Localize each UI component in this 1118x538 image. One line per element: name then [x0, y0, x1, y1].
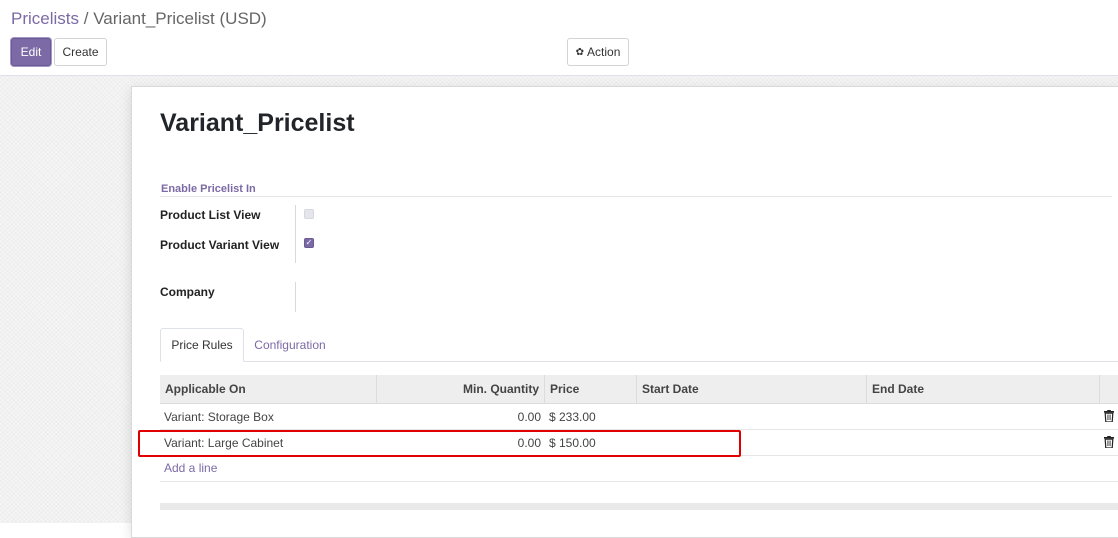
enable-pricelist-group-title: Enable Pricelist In	[161, 183, 256, 195]
notebook-tabs: Price Rules Configuration	[160, 328, 1118, 362]
form-sheet: Variant_Pricelist Enable Pricelist In Pr…	[131, 86, 1118, 538]
cell-price: $ 150.00	[549, 435, 596, 450]
product-list-view-checkbox[interactable]	[304, 209, 314, 219]
table-header: Applicable On Min. Quantity Price Start …	[160, 375, 1118, 404]
create-button-label: Create	[62, 45, 99, 59]
tab-price-rules-label: Price Rules	[171, 338, 233, 352]
cell-end-date	[867, 404, 1100, 429]
company-divider	[295, 282, 296, 312]
column-start-date[interactable]: Start Date	[637, 375, 867, 403]
breadcrumb: Pricelists / Variant_Pricelist (USD)	[11, 9, 267, 29]
breadcrumb-pricelists-link[interactable]: Pricelists	[11, 9, 79, 28]
table-row[interactable]: Variant: Storage Box 0.00 $ 233.00	[160, 404, 1118, 430]
column-min-quantity[interactable]: Min. Quantity	[377, 375, 545, 403]
product-list-view-label: Product List View	[160, 208, 261, 222]
cell-price: $ 233.00	[549, 409, 596, 424]
cell-end-date	[867, 430, 1100, 455]
price-rules-table: Applicable On Min. Quantity Price Start …	[160, 375, 1118, 482]
column-price[interactable]: Price	[545, 375, 637, 403]
create-button[interactable]: Create	[54, 38, 107, 66]
action-button[interactable]: ✿ Action	[567, 38, 629, 66]
add-a-line-link[interactable]: Add a line	[164, 461, 217, 475]
tab-price-rules[interactable]: Price Rules	[160, 328, 244, 362]
edit-button-label: Edit	[20, 45, 42, 59]
cell-start-date	[637, 430, 867, 455]
cell-min-quantity: 0.00	[517, 409, 541, 424]
chatter-divider	[160, 503, 1118, 510]
tab-configuration[interactable]: Configuration	[244, 328, 336, 361]
cell-applicable-on: Variant: Storage Box	[164, 409, 274, 424]
column-actions	[1100, 375, 1118, 403]
product-variant-view-label: Product Variant View	[160, 238, 280, 252]
cell-start-date	[637, 404, 867, 429]
cell-applicable-on: Variant: Large Cabinet	[164, 435, 284, 450]
company-label: Company	[160, 285, 215, 299]
cell-min-quantity: 0.00	[517, 435, 541, 450]
label-divider	[295, 205, 296, 263]
trash-icon[interactable]	[1104, 436, 1114, 448]
group-divider	[160, 196, 1112, 197]
form-content-area: Variant_Pricelist Enable Pricelist In Pr…	[0, 76, 1118, 538]
record-title: Variant_Pricelist	[160, 109, 355, 137]
control-panel: Pricelists / Variant_Pricelist (USD) Edi…	[0, 0, 1118, 76]
column-applicable-on[interactable]: Applicable On	[160, 375, 377, 403]
edit-button[interactable]: Edit	[11, 38, 51, 66]
tab-configuration-label: Configuration	[254, 337, 326, 352]
breadcrumb-current: Variant_Pricelist (USD)	[93, 9, 267, 28]
table-row[interactable]: Variant: Large Cabinet 0.00 $ 150.00	[160, 430, 1118, 456]
action-button-label: Action	[587, 45, 621, 59]
add-line-row: Add a line	[160, 456, 1118, 482]
product-variant-view-checkbox[interactable]: ✓	[304, 238, 314, 248]
column-end-date[interactable]: End Date	[867, 375, 1100, 403]
trash-icon[interactable]	[1104, 410, 1114, 422]
breadcrumb-separator: /	[83, 9, 89, 28]
gear-icon: ✿	[575, 46, 585, 58]
